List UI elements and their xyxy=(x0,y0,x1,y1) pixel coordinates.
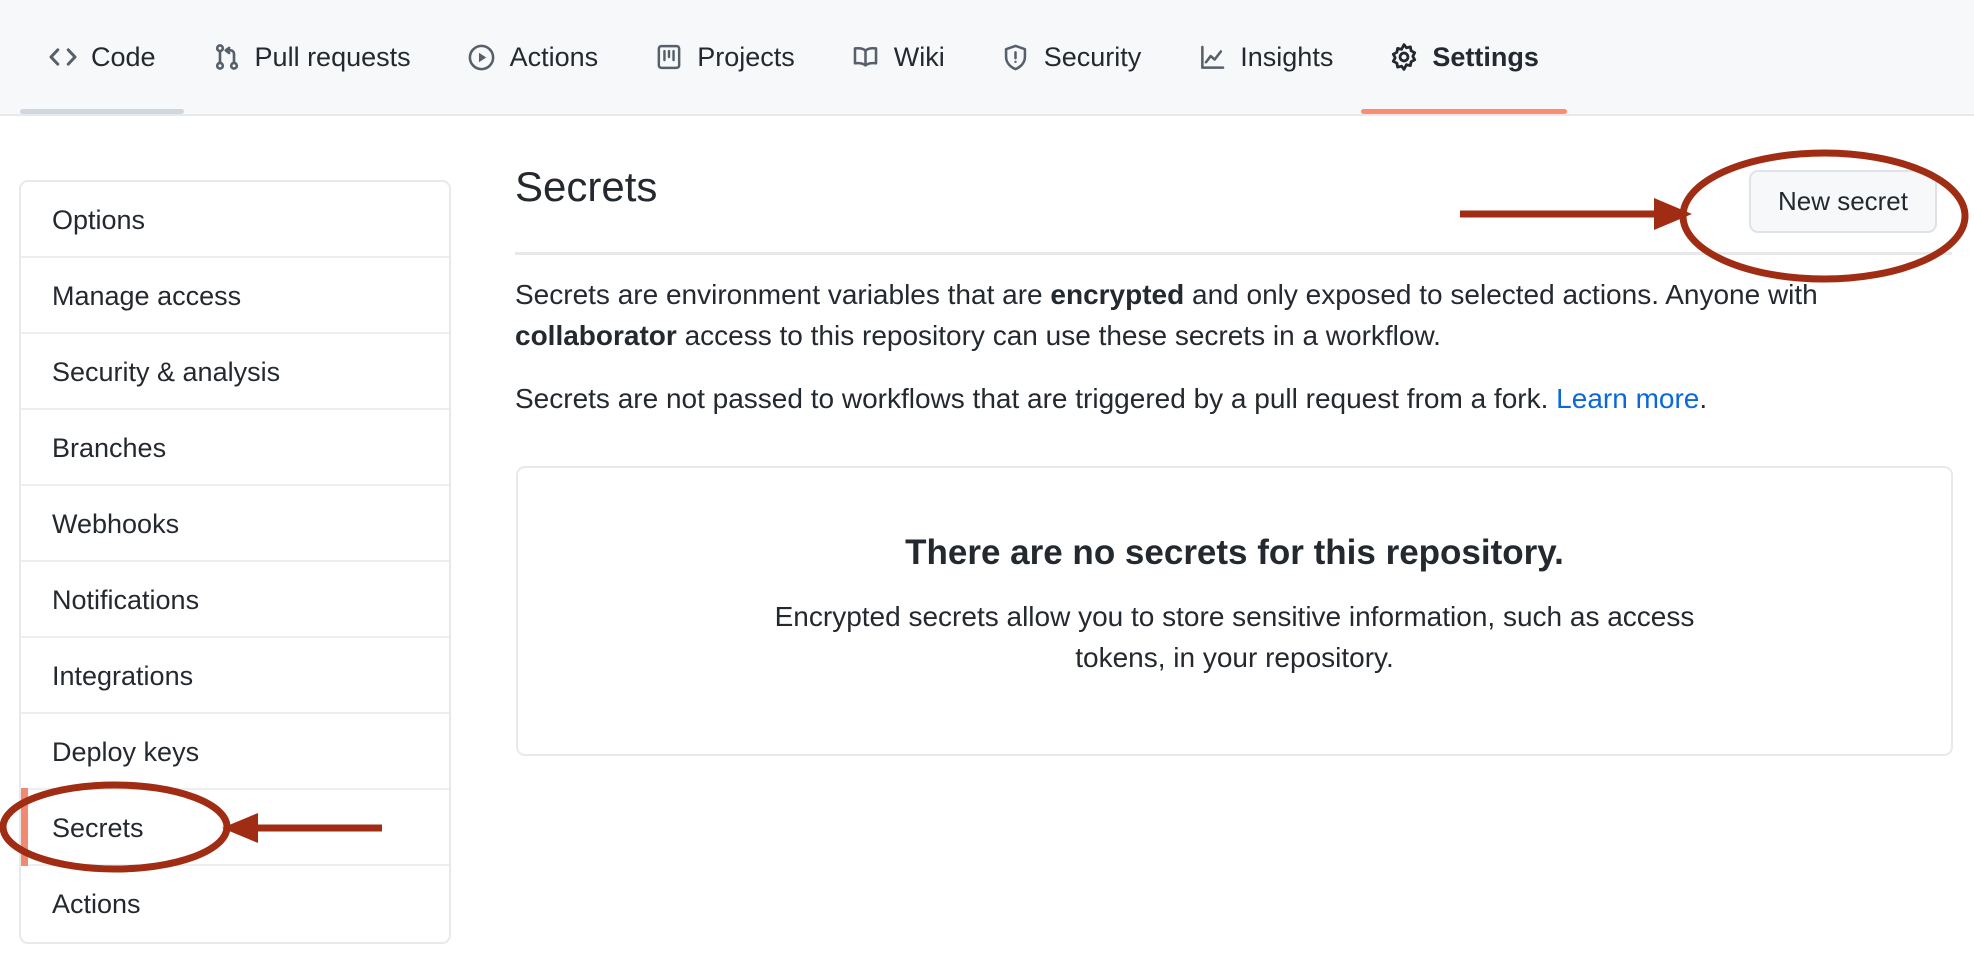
sidebar-item-branches[interactable]: Branches xyxy=(21,410,449,486)
tab-settings[interactable]: Settings xyxy=(1361,0,1567,114)
settings-page-body: Options Manage access Security & analysi… xyxy=(0,116,1974,962)
paragraph-one-bold-encrypted: encrypted xyxy=(1050,279,1185,310)
paragraph-one-part-1: Secrets are environment variables that a… xyxy=(515,279,1051,310)
tab-projects[interactable]: Projects xyxy=(626,0,823,114)
tab-security-underline xyxy=(973,109,1170,114)
tab-code[interactable]: Code xyxy=(20,0,184,114)
sidebar-item-actions[interactable]: Actions xyxy=(21,866,449,942)
sidebar-item-manage-access[interactable]: Manage access xyxy=(21,258,449,334)
sidebar-item-notifications[interactable]: Notifications xyxy=(21,562,449,638)
secrets-description-paragraph: Secrets are environment variables that a… xyxy=(515,274,1915,356)
empty-state-title: There are no secrets for this repository… xyxy=(905,533,1564,572)
tab-projects-underline xyxy=(626,109,823,114)
tab-settings-underline xyxy=(1361,109,1567,114)
graph-line-icon xyxy=(1197,42,1227,72)
tab-security-label: Security xyxy=(1043,41,1142,72)
sidebar-item-options[interactable]: Options xyxy=(21,182,449,258)
repo-nav: Code Pull requests Actions Projects Wiki… xyxy=(0,0,1974,116)
sidebar-item-security-analysis[interactable]: Security & analysis xyxy=(21,334,449,410)
tab-wiki[interactable]: Wiki xyxy=(823,0,973,114)
secrets-main-content: Secrets New secret Secrets are environme… xyxy=(515,146,1955,756)
new-secret-button[interactable]: New secret xyxy=(1748,170,1937,233)
paragraph-one-part-3: access to this repository can use these … xyxy=(676,320,1441,352)
empty-state-description: Encrypted secrets allow you to store sen… xyxy=(774,600,1695,673)
learn-more-link[interactable]: Learn more xyxy=(1556,383,1699,414)
tab-security[interactable]: Security xyxy=(973,0,1170,114)
repo-nav-tab-list: Code Pull requests Actions Projects Wiki… xyxy=(20,0,1567,114)
sidebar-item-integrations[interactable]: Integrations xyxy=(21,638,449,714)
paragraph-one-part-2: and only exposed to selected actions. An… xyxy=(1184,279,1818,310)
sidebar-item-secrets[interactable]: Secrets xyxy=(21,788,449,866)
header-divider xyxy=(515,252,1952,255)
paragraph-two-part-1: Secrets are not passed to workflows that… xyxy=(515,383,1557,414)
code-icon xyxy=(48,42,78,72)
tab-insights-underline xyxy=(1169,109,1361,114)
tab-wiki-underline xyxy=(823,109,973,114)
tab-pull-requests[interactable]: Pull requests xyxy=(184,0,439,114)
tab-insights[interactable]: Insights xyxy=(1169,0,1361,114)
settings-sidebar: Options Manage access Security & analysi… xyxy=(19,180,451,944)
gear-icon xyxy=(1389,42,1419,72)
tab-actions-underline xyxy=(439,109,627,114)
tab-actions[interactable]: Actions xyxy=(439,0,627,114)
secrets-header: Secrets New secret xyxy=(515,146,1955,256)
shield-alert-icon xyxy=(1001,42,1031,72)
tab-settings-label: Settings xyxy=(1432,41,1539,72)
secrets-fork-note-paragraph: Secrets are not passed to workflows that… xyxy=(515,378,1955,419)
project-board-icon xyxy=(654,42,684,72)
tab-wiki-label: Wiki xyxy=(893,41,945,72)
page-title: Secrets xyxy=(515,163,658,210)
secrets-empty-state: There are no secrets for this repository… xyxy=(516,466,1953,756)
tab-code-label: Code xyxy=(91,41,156,72)
tab-code-underline xyxy=(20,109,184,114)
tab-insights-label: Insights xyxy=(1240,41,1334,72)
paragraph-one-bold-collaborator: collaborator xyxy=(515,320,677,352)
tab-pull-requests-label: Pull requests xyxy=(254,41,411,72)
paragraph-two-part-2: . xyxy=(1699,383,1708,414)
tab-actions-label: Actions xyxy=(509,41,599,72)
sidebar-item-webhooks[interactable]: Webhooks xyxy=(21,486,449,562)
tab-pull-requests-underline xyxy=(184,109,439,114)
book-icon xyxy=(851,42,881,72)
sidebar-item-deploy-keys[interactable]: Deploy keys xyxy=(21,714,449,790)
play-circle-icon xyxy=(467,42,497,72)
tab-projects-label: Projects xyxy=(697,41,795,72)
git-pull-request-icon xyxy=(212,42,242,72)
